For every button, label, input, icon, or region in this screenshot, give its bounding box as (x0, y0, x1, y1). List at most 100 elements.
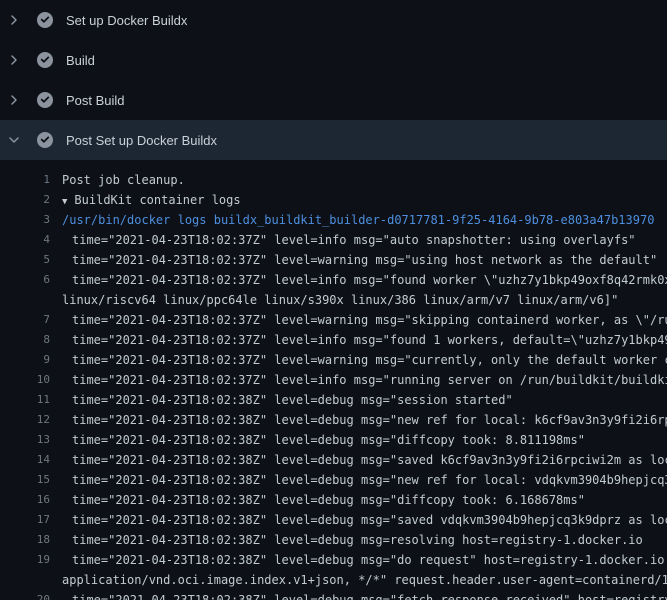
log-line-number[interactable]: 1 (0, 170, 50, 190)
log-line: 15 time="2021-04-23T18:02:38Z" level=deb… (0, 470, 667, 490)
log-line-number[interactable]: 5 (0, 250, 50, 270)
step-header[interactable]: Post Set up Docker Buildx (0, 120, 667, 160)
log-line-number[interactable]: 10 (0, 370, 50, 390)
log-line: 6 time="2021-04-23T18:02:37Z" level=info… (0, 270, 667, 290)
step-header[interactable]: Set up Docker Buildx (0, 0, 667, 40)
log-line: 3 /usr/bin/docker logs buildx_buildkit_b… (0, 210, 667, 230)
log-line-number[interactable]: 18 (0, 530, 50, 550)
log-line-number[interactable] (0, 290, 50, 310)
log-line: 7 time="2021-04-23T18:02:37Z" level=warn… (0, 310, 667, 330)
log-line-content: time="2021-04-23T18:02:38Z" level=debug … (72, 433, 585, 447)
log-line-text: time="2021-04-23T18:02:37Z" level=info m… (72, 270, 667, 290)
log-line: 17 time="2021-04-23T18:02:38Z" level=deb… (0, 510, 667, 530)
log-line-number[interactable]: 3 (0, 210, 50, 230)
log-line: 13 time="2021-04-23T18:02:38Z" level=deb… (0, 430, 667, 450)
log-line-content: Post job cleanup. (62, 173, 185, 187)
step-header[interactable]: Build (0, 40, 667, 80)
log-line: 20 time="2021-04-23T18:02:38Z" level=deb… (0, 590, 667, 600)
log-line-text: time="2021-04-23T18:02:38Z" level=debug … (72, 590, 667, 600)
step-title: Post Set up Docker Buildx (66, 133, 217, 148)
check-circle-icon (37, 12, 53, 28)
chevron-icon[interactable] (6, 12, 22, 28)
log-line-text: Post job cleanup. (62, 170, 667, 190)
log-line-content: /usr/bin/docker logs buildx_buildkit_bui… (62, 213, 654, 227)
log-line-content: time="2021-04-23T18:02:38Z" level=debug … (72, 493, 585, 507)
log-line-number[interactable]: 6 (0, 270, 50, 290)
log-line-text: linux/riscv64 linux/ppc64le linux/s390x … (62, 290, 667, 310)
log-line-number[interactable]: 16 (0, 490, 50, 510)
log-line-content: time="2021-04-23T18:02:37Z" level=info m… (72, 373, 667, 387)
log-line-text: time="2021-04-23T18:02:37Z" level=warnin… (72, 350, 667, 370)
log-line: 9 time="2021-04-23T18:02:37Z" level=warn… (0, 350, 667, 370)
log-line-text: time="2021-04-23T18:02:37Z" level=info m… (72, 370, 667, 390)
log-line-number[interactable]: 19 (0, 550, 50, 570)
log-line-content: linux/riscv64 linux/ppc64le linux/s390x … (62, 293, 618, 307)
log-line-number[interactable]: 20 (0, 590, 50, 600)
log-line: 10 time="2021-04-23T18:02:37Z" level=inf… (0, 370, 667, 390)
check-circle-icon (37, 92, 53, 108)
log-line: 11 time="2021-04-23T18:02:38Z" level=deb… (0, 390, 667, 410)
log-line-text: time="2021-04-23T18:02:38Z" level=debug … (72, 410, 667, 430)
log-line: 18 time="2021-04-23T18:02:38Z" level=deb… (0, 530, 667, 550)
log-line-text: /usr/bin/docker logs buildx_buildkit_bui… (62, 210, 667, 230)
log-line: application/vnd.oci.image.index.v1+json,… (0, 570, 667, 590)
log-line-content: time="2021-04-23T18:02:37Z" level=warnin… (72, 253, 657, 267)
log-line-content: time="2021-04-23T18:02:38Z" level=debug … (72, 513, 667, 527)
log-line-number[interactable]: 7 (0, 310, 50, 330)
log-line-text: application/vnd.oci.image.index.v1+json,… (62, 570, 667, 590)
log-line-number[interactable]: 8 (0, 330, 50, 350)
log-line-content: time="2021-04-23T18:02:38Z" level=debug … (72, 593, 667, 600)
log-line-number[interactable]: 17 (0, 510, 50, 530)
log-line: 14 time="2021-04-23T18:02:38Z" level=deb… (0, 450, 667, 470)
chevron-icon[interactable] (6, 52, 22, 68)
log-line-content: time="2021-04-23T18:02:37Z" level=info m… (72, 233, 636, 247)
log-line-number[interactable]: 13 (0, 430, 50, 450)
check-circle-icon (37, 52, 53, 68)
log-line-text: time="2021-04-23T18:02:37Z" level=warnin… (72, 310, 667, 330)
log-line-text: time="2021-04-23T18:02:38Z" level=debug … (72, 510, 667, 530)
log-line-text: time="2021-04-23T18:02:38Z" level=debug … (72, 490, 667, 510)
log-line-content: time="2021-04-23T18:02:37Z" level=warnin… (72, 353, 667, 367)
log-line-number[interactable]: 9 (0, 350, 50, 370)
log-line-content: time="2021-04-23T18:02:37Z" level=warnin… (72, 313, 667, 327)
log-line: 4 time="2021-04-23T18:02:37Z" level=info… (0, 230, 667, 250)
log-line-number[interactable]: 14 (0, 450, 50, 470)
log-line-number[interactable]: 15 (0, 470, 50, 490)
log-line-content: application/vnd.oci.image.index.v1+json,… (62, 573, 667, 587)
log-line: linux/riscv64 linux/ppc64le linux/s390x … (0, 290, 667, 310)
log-line-content: time="2021-04-23T18:02:38Z" level=debug … (72, 473, 667, 487)
log-line-content: time="2021-04-23T18:02:37Z" level=info m… (72, 273, 667, 287)
log-line-number[interactable] (0, 570, 50, 590)
log-line-text: time="2021-04-23T18:02:37Z" level=info m… (72, 230, 667, 250)
chevron-icon[interactable] (6, 132, 22, 148)
log-line-text: time="2021-04-23T18:02:38Z" level=debug … (72, 450, 667, 470)
log-line-content: time="2021-04-23T18:02:38Z" level=debug … (72, 553, 667, 567)
log-line-number[interactable]: 11 (0, 390, 50, 410)
log-line-text: time="2021-04-23T18:02:38Z" level=debug … (72, 390, 667, 410)
log-line: 2 ▼ BuildKit container logs (0, 190, 667, 210)
log-line-text: time="2021-04-23T18:02:37Z" level=warnin… (72, 250, 667, 270)
log-line-content: time="2021-04-23T18:02:38Z" level=debug … (72, 533, 643, 547)
chevron-icon[interactable] (6, 92, 22, 108)
log-line: 12 time="2021-04-23T18:02:38Z" level=deb… (0, 410, 667, 430)
log-line-content: time="2021-04-23T18:02:38Z" level=debug … (72, 453, 667, 467)
log-line-text: time="2021-04-23T18:02:38Z" level=debug … (72, 430, 667, 450)
log-line-text: time="2021-04-23T18:02:38Z" level=debug … (72, 470, 667, 490)
log-line-number[interactable]: 2 (0, 190, 50, 210)
step-title: Post Build (66, 93, 125, 108)
steps-list: Set up Docker Buildx Build Post Buil (0, 0, 667, 160)
step-title: Build (66, 53, 95, 68)
log-line-number[interactable]: 12 (0, 410, 50, 430)
log-line: 5 time="2021-04-23T18:02:37Z" level=warn… (0, 250, 667, 270)
log-line: 16 time="2021-04-23T18:02:38Z" level=deb… (0, 490, 667, 510)
log-line: 8 time="2021-04-23T18:02:37Z" level=info… (0, 330, 667, 350)
log-line: 19 time="2021-04-23T18:02:38Z" level=deb… (0, 550, 667, 570)
log-area: 1 Post job cleanup. 2 ▼ BuildKit containe… (0, 160, 667, 600)
check-circle-icon (37, 132, 53, 148)
group-toggle-icon[interactable]: ▼ (62, 197, 67, 207)
log-line-text: ▼ BuildKit container logs (62, 190, 667, 210)
log-line-text: time="2021-04-23T18:02:37Z" level=info m… (72, 330, 667, 350)
log-line-content: BuildKit container logs (74, 193, 240, 207)
log-line-number[interactable]: 4 (0, 230, 50, 250)
step-header[interactable]: Post Build (0, 80, 667, 120)
